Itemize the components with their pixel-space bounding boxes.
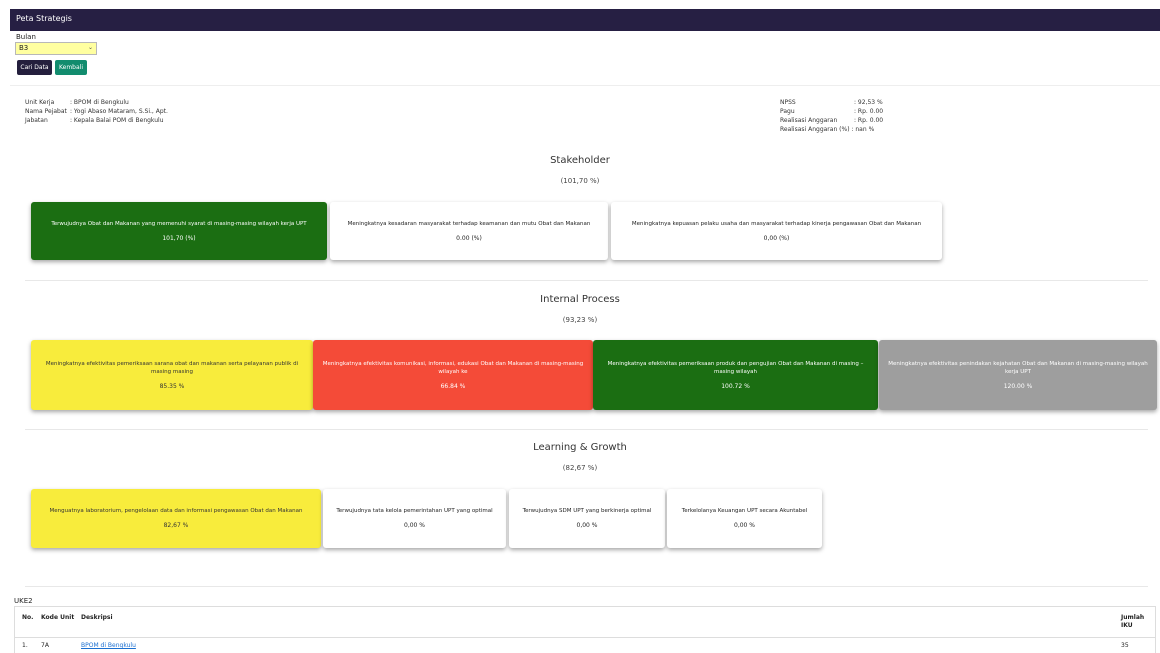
row-deskripsi-link[interactable]: BPOM di Bengkulu <box>81 642 136 649</box>
stakeholder-card-1[interactable]: Terwujudnya Obat dan Makanan yang memenu… <box>31 202 327 260</box>
row-no: 1. <box>22 642 28 649</box>
col-header-iku: IKU <box>1121 622 1133 629</box>
card-desc: Terwujudnya SDM UPT yang berkinerja opti… <box>522 508 652 514</box>
card-desc: Meningkatnya kesadaran masyarakat terhad… <box>347 220 591 227</box>
table-row-separator <box>14 637 1156 638</box>
card-desc: Meningkatnya efektivitas pemeriksaan sar… <box>45 360 299 375</box>
uke2-label: UKE2 <box>14 597 33 605</box>
pagu-value: : Rp. 0.00 <box>854 108 884 115</box>
learning-growth-percent: (82,67 %) <box>562 464 598 472</box>
card-value: 0,00 % <box>576 522 598 529</box>
realisasi-label: Realisasi Anggaran <box>780 117 838 124</box>
internal-card-2[interactable]: Meningkatnya efektivitas komunikasi, inf… <box>313 340 593 410</box>
budget-info: NPSS : 92,53 % Pagu : Rp. 0.00 Realisasi A… <box>780 98 883 134</box>
internal-process-title: Internal Process <box>540 294 620 305</box>
stakeholder-card-2[interactable]: Meningkatnya kesadaran masyarakat terhad… <box>330 202 608 260</box>
npss-label: NPSS <box>780 99 796 106</box>
stakeholder-percent: (101,70 %) <box>560 177 600 185</box>
learning-card-3[interactable]: Terwujudnya SDM UPT yang berkinerja opti… <box>509 489 665 548</box>
unit-kerja-value: : BPOM di Bengkulu <box>70 99 129 106</box>
chevron-down-icon: ⌄ <box>87 44 93 51</box>
card-desc: Terwujudnya tata kelola pemerintahan UPT… <box>336 508 493 514</box>
kembali-button[interactable]: Kembali <box>55 60 87 75</box>
internal-process-percent: (93,23 %) <box>562 316 598 324</box>
bulan-select-value: B3 <box>19 44 29 52</box>
realisasi-value: : Rp. 0.00 <box>854 117 884 124</box>
card-value: 85.35 % <box>159 382 185 390</box>
page-title: Peta Strategis <box>16 14 72 23</box>
row-kode-unit: 7A <box>41 642 49 649</box>
app-title-bar: Peta Strategis <box>10 9 1160 31</box>
uke2-table <box>14 606 1156 653</box>
card-desc: Meningkatnya kepuasan pelaku usaha dan m… <box>631 220 922 227</box>
card-value: 120.00 % <box>1003 382 1033 390</box>
internal-card-1[interactable]: Meningkatnya efektivitas pemeriksaan sar… <box>31 340 313 410</box>
internal-card-3[interactable]: Meningkatnya efektivitas pemeriksaan pro… <box>593 340 878 410</box>
bulan-select[interactable]: B3 ⌄ <box>15 42 97 55</box>
section-divider <box>25 429 1148 430</box>
col-header-kode-unit: Kode Unit <box>41 614 75 621</box>
card-desc: Terwujudnya Obat dan Makanan yang memenu… <box>51 220 307 227</box>
learning-growth-title: Learning & Growth <box>533 442 627 453</box>
card-value: 0,00 % <box>404 522 425 529</box>
realisasi-percent: Realisasi Anggaran (%) : nan % <box>780 126 875 133</box>
card-desc: Terkelolanya Keuangan UPT secara Akuntab… <box>681 508 808 514</box>
stakeholder-card-3[interactable]: Meningkatnya kepuasan pelaku usaha dan m… <box>611 202 942 260</box>
pejabat-label: Nama Pejabat <box>25 108 67 115</box>
card-value: 101,70 (%) <box>162 234 196 242</box>
card-value: 0,00 (%) <box>763 234 790 242</box>
card-desc: Meningkatnya efektivitas komunikasi, inf… <box>322 360 584 375</box>
npss-value: : 92,53 % <box>854 99 883 106</box>
pagu-label: Pagu <box>780 108 795 115</box>
pejabat-value: : Yogi Abaso Mataram, S.Si., Apt. <box>70 108 168 115</box>
internal-card-4[interactable]: Meningkatnya efektivitas penindakan keja… <box>879 340 1157 410</box>
jabatan-label: Jabatan <box>25 117 48 124</box>
learning-card-2[interactable]: Terwujudnya tata kelola pemerintahan UPT… <box>323 489 506 548</box>
card-desc: Meningkatnya efektivitas pemeriksaan pro… <box>607 360 864 375</box>
card-value: 82,67 % <box>163 522 189 529</box>
bulan-label: Bulan <box>16 33 36 41</box>
learning-card-4[interactable]: Terkelolanya Keuangan UPT secara Akuntab… <box>667 489 822 548</box>
card-desc: Menguatnya laboratorium, pengelolaan dat… <box>49 508 303 514</box>
col-header-deskripsi: Deskripsi <box>81 614 113 621</box>
unit-kerja-label: Unit Kerja <box>25 99 55 106</box>
section-divider <box>25 586 1148 587</box>
card-value: 0.00 (%) <box>456 234 482 242</box>
learning-card-1[interactable]: Menguatnya laboratorium, pengelolaan dat… <box>31 489 321 548</box>
card-desc: Meningkatnya efektivitas penindakan keja… <box>888 360 1148 375</box>
col-header-no: No. <box>22 614 34 621</box>
cari-data-button[interactable]: Cari Data <box>17 60 52 75</box>
card-value: 66.84 % <box>440 382 466 390</box>
unit-info: Unit Kerja : BPOM di Bengkulu Nama Pejaba… <box>25 98 168 125</box>
jabatan-value: : Kepala Balai POM di Bengkulu <box>70 117 164 124</box>
section-divider <box>25 280 1148 281</box>
col-header-jumlah: Jumlah <box>1121 614 1145 621</box>
stakeholder-title: Stakeholder <box>550 155 610 166</box>
card-value: 100.72 % <box>721 382 750 390</box>
row-jumlah-iku: 35 <box>1121 642 1129 649</box>
card-value: 0,00 % <box>734 522 755 529</box>
